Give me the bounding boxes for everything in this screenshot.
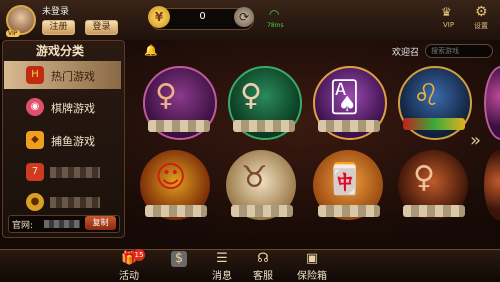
game-title-plate	[145, 205, 207, 217]
game-title-plate	[318, 205, 380, 217]
nav-item-activity[interactable]: 🎁 活动	[104, 249, 154, 282]
site-label: 官网:	[12, 221, 34, 231]
wifi-icon: ◠	[269, 7, 280, 21]
settings-label[interactable]: 设置	[474, 21, 488, 31]
nav-label: 活动	[119, 271, 139, 282]
welcome-text: 欢迎召	[392, 48, 420, 58]
site-url-blurred	[44, 220, 80, 228]
notification-badge: 15	[133, 249, 145, 261]
message-icon: ☰	[216, 251, 228, 266]
coin-balance: 0	[199, 11, 206, 22]
figure: 🀄	[326, 162, 364, 197]
coin-icon: ¥	[148, 6, 170, 28]
avatar-vip-badge: VIP	[6, 30, 20, 37]
slot-icon: 7	[26, 163, 44, 181]
figure: ♀	[413, 160, 435, 195]
sidebar-item-hot[interactable]: H 热门游戏	[4, 61, 121, 89]
ping-value: 78ms	[267, 22, 284, 29]
safe-icon: ▣	[305, 251, 319, 266]
sidebar-item-cards[interactable]: ◉ 棋牌游戏	[4, 93, 121, 121]
copy-button[interactable]: 复制	[85, 216, 116, 230]
game-title-plate	[403, 118, 465, 130]
nav-label: 保险箱	[297, 271, 327, 282]
blurred-label	[50, 167, 100, 178]
chevron-right-icon[interactable]: »	[470, 130, 481, 151]
sidebar-item-fishing[interactable]: ◆ 捕鱼游戏	[4, 126, 121, 154]
nav-label: 客服	[253, 271, 273, 282]
login-status: 未登录	[42, 7, 70, 17]
figure: ♉	[241, 160, 268, 195]
sidebar-item-label: 捕鱼游戏	[51, 135, 95, 148]
gear-icon[interactable]: ⚙	[475, 4, 488, 20]
refresh-icon[interactable]: ⟳	[234, 7, 254, 27]
game-title-plate	[148, 120, 210, 132]
figure: 🂡	[329, 80, 360, 115]
figure: ♌	[413, 78, 440, 113]
figure: ☺	[155, 160, 187, 195]
nav-item-safe[interactable]: ▣ 保险箱	[287, 249, 337, 282]
sidebar-title: 游戏分类	[36, 44, 85, 58]
vip-label[interactable]: VIP	[443, 21, 454, 29]
bell-icon[interactable]: 🔔	[144, 44, 158, 57]
poker-chip-icon: ◉	[26, 98, 44, 116]
fish-icon: ◆	[26, 131, 44, 149]
blurred-label	[50, 197, 100, 208]
headset-icon: ☊	[257, 251, 269, 266]
game-title-plate	[231, 205, 293, 217]
nav-item-support[interactable]: ☊ 客服	[238, 249, 288, 282]
game-title-plate	[318, 120, 380, 132]
figure: ♀	[155, 78, 177, 113]
money-icon: $	[171, 251, 187, 267]
game-title-plate	[233, 120, 295, 132]
sidebar-item-slots[interactable]: 7	[4, 158, 121, 186]
sidebar-item-gold[interactable]: ●	[4, 188, 121, 216]
login-button[interactable]: 登录	[85, 20, 118, 35]
vip-icon[interactable]: ♛	[441, 5, 452, 19]
hot-icon: H	[26, 66, 44, 84]
sidebar-item-label: 棋牌游戏	[51, 102, 95, 115]
search-input[interactable]	[425, 44, 493, 58]
gold-icon: ●	[26, 193, 44, 211]
register-button[interactable]: 注册	[42, 20, 75, 35]
game-title-plate	[403, 205, 465, 217]
figure: ♀	[240, 78, 262, 113]
sidebar-item-label: 热门游戏	[51, 70, 95, 83]
